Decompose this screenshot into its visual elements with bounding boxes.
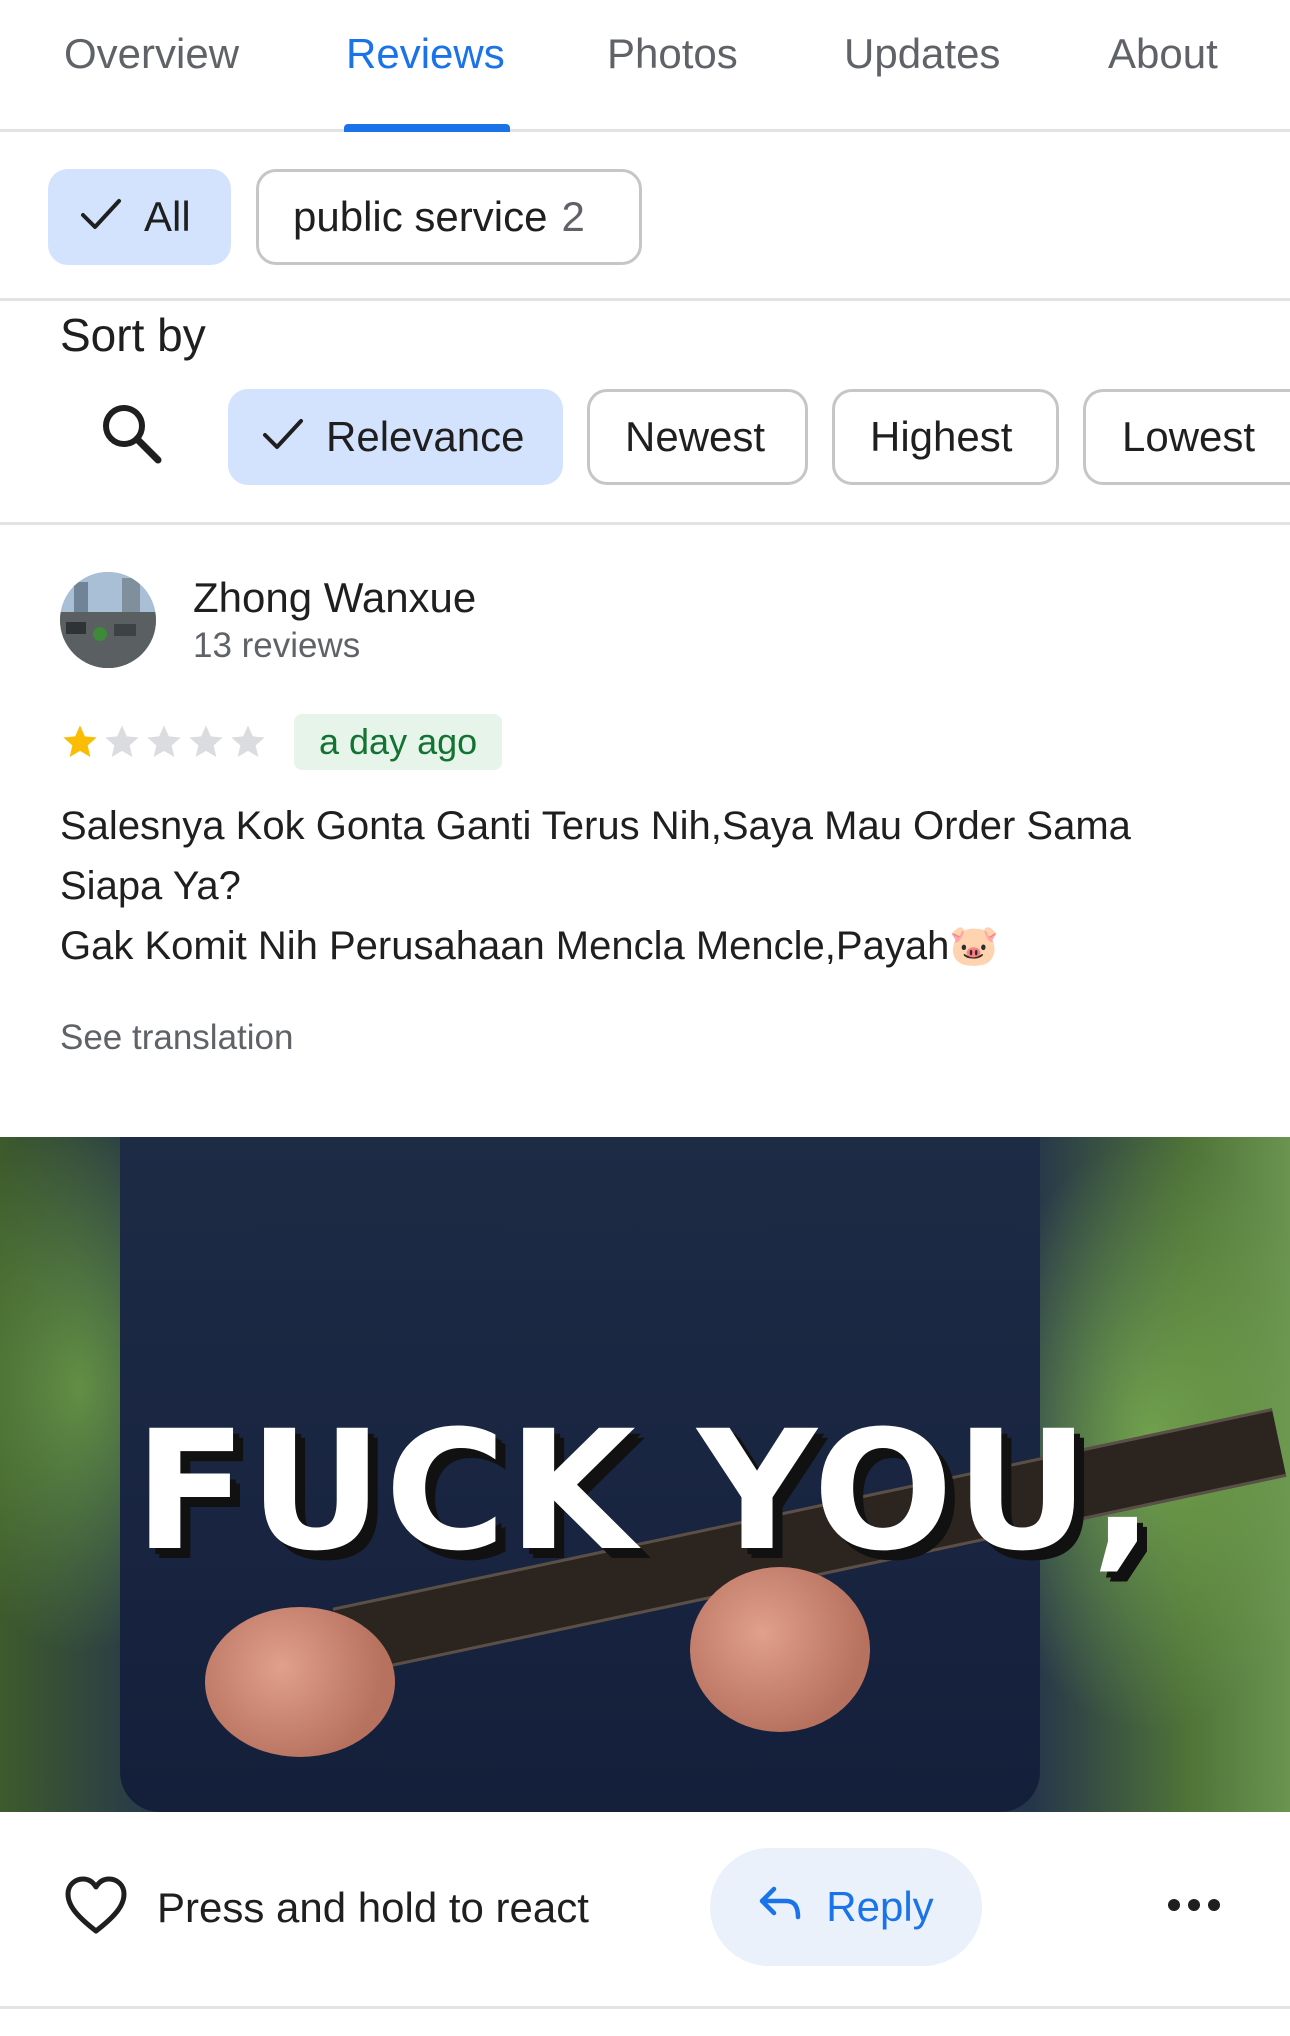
review-media-image[interactable]: FUCK YOU,: [0, 1137, 1290, 1812]
star-rating: [60, 722, 268, 767]
tab-reviews[interactable]: Reviews: [346, 30, 505, 78]
divider: [0, 2006, 1290, 2009]
sort-by-label: Sort by: [60, 309, 206, 361]
media-caption: FUCK YOU,: [134, 1395, 1156, 1587]
see-translation-link[interactable]: See translation: [60, 1018, 293, 1058]
divider: [0, 298, 1290, 301]
media-hand-shape: [690, 1567, 870, 1732]
search-icon: [96, 405, 168, 474]
tab-about[interactable]: About: [1108, 30, 1218, 78]
tab-overview[interactable]: Overview: [64, 30, 239, 78]
heart-outline-icon: [64, 1876, 128, 1940]
star-empty-icon: [228, 722, 268, 767]
reply-button[interactable]: Reply: [710, 1848, 982, 1966]
star-empty-icon: [186, 722, 226, 767]
sort-chip-lowest[interactable]: Lowest: [1083, 389, 1290, 485]
filter-chip-all[interactable]: All: [48, 169, 231, 265]
reply-button-label: Reply: [826, 1883, 934, 1930]
sort-chip-highest[interactable]: Highest: [832, 389, 1059, 485]
review-text: Salesnya Kok Gonta Ganti Terus Nih,Saya …: [60, 796, 1250, 976]
sort-chip-relevance[interactable]: Relevance: [228, 389, 563, 485]
search-reviews-button[interactable]: [96, 398, 168, 470]
check-icon: [262, 413, 304, 461]
check-icon: [80, 193, 122, 241]
react-button[interactable]: [64, 1876, 128, 1936]
more-options-button[interactable]: [1166, 1890, 1222, 1920]
review-text-line: Salesnya Kok Gonta Ganti Terus Nih,Saya …: [60, 804, 1131, 848]
star-filled-icon: [60, 722, 100, 767]
reviewer-name[interactable]: Zhong Wanxue: [193, 574, 476, 622]
tab-updates[interactable]: Updates: [844, 30, 1000, 78]
react-hint-label[interactable]: Press and hold to react: [157, 1884, 589, 1932]
review-text-line: Gak Komit Nih Perusahaan Mencla Mencle,P…: [60, 924, 1000, 968]
review-text-line: Siapa Ya?: [60, 864, 241, 908]
sort-chip-newest[interactable]: Newest: [587, 389, 808, 485]
reply-arrow-icon: [758, 1883, 802, 1931]
filter-chip-count: 2: [561, 193, 585, 240]
tab-bar: Overview Reviews Photos Updates About: [0, 0, 1290, 132]
media-hand-shape: [205, 1607, 395, 1757]
filter-chip-all-label: All: [144, 193, 191, 240]
star-empty-icon: [144, 722, 184, 767]
star-empty-icon: [102, 722, 142, 767]
sort-chip-relevance-label: Relevance: [326, 413, 525, 460]
more-horizontal-icon: [1166, 1899, 1222, 1924]
tab-photos[interactable]: Photos: [607, 30, 738, 78]
review-time-badge: a day ago: [294, 714, 503, 770]
filter-chip-public-service[interactable]: public service 2: [256, 169, 642, 265]
filter-chip-label: public service: [293, 193, 548, 240]
reviewer-review-count: 13 reviews: [193, 626, 361, 665]
divider: [0, 522, 1290, 525]
avatar[interactable]: [60, 572, 156, 668]
active-tab-indicator: [344, 124, 510, 132]
